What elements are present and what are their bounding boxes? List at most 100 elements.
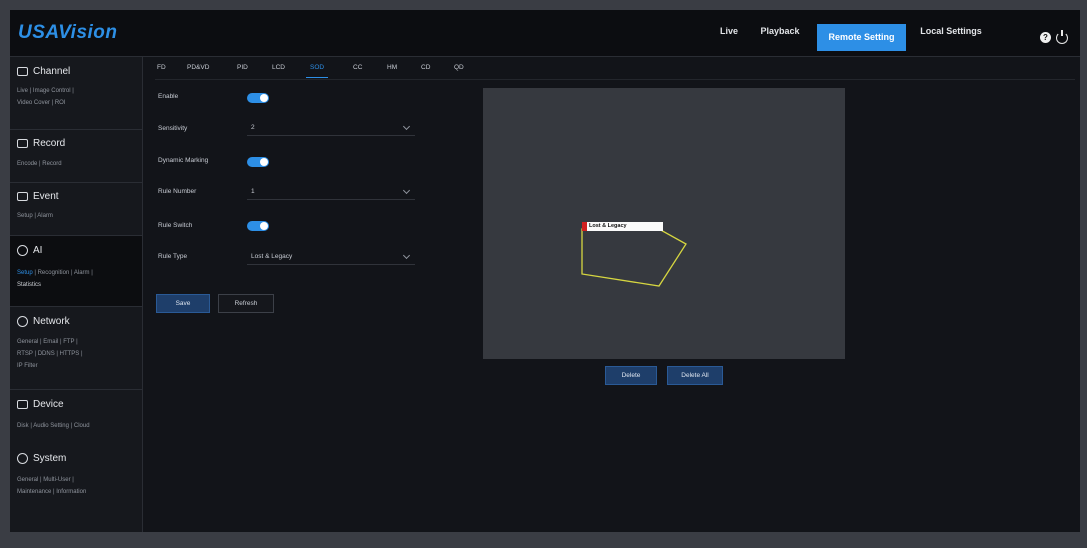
tab-pid[interactable]: PID <box>237 64 248 71</box>
brand-logo: USAVision <box>18 22 118 43</box>
rule-switch-toggle[interactable] <box>247 221 269 231</box>
sidebar-link-setup[interactable]: Setup <box>17 213 33 219</box>
sidebar-link-cloud[interactable]: Cloud <box>74 423 90 429</box>
rule-number-select[interactable]: 1 <box>247 185 415 200</box>
sidebar-link-https[interactable]: HTTPS <box>60 351 80 357</box>
sidebar-link-multi-user[interactable]: Multi-User <box>43 477 70 483</box>
sidebar-link-system-general[interactable]: General <box>17 477 38 483</box>
sidebar-heading-device[interactable]: Device <box>17 399 64 410</box>
tab-fd[interactable]: FD <box>157 64 166 71</box>
event-icon <box>17 192 28 201</box>
roi-marker[interactable] <box>582 222 587 231</box>
nav-remote-setting[interactable]: Remote Setting <box>817 24 906 51</box>
sidebar-link-disk[interactable]: Disk <box>17 423 29 429</box>
delete-all-button[interactable]: Delete All <box>667 366 723 385</box>
enable-toggle[interactable] <box>247 93 269 103</box>
nav-icons: ? <box>1040 29 1068 47</box>
sidebar-links-device: Disk | Audio Setting | Cloud <box>17 423 90 429</box>
sidebar-link-video-cover[interactable]: Video Cover <box>17 100 50 106</box>
dynamic-marking-label: Dynamic Marking <box>158 157 209 164</box>
sidebar-link-ip-filter[interactable]: IP Filter <box>17 363 38 369</box>
camera-icon <box>17 67 28 76</box>
sidebar-link-statistics[interactable]: Statistics <box>17 282 41 288</box>
roi-label: Lost & Legacy <box>582 222 663 231</box>
sidebar-heading-event[interactable]: Event <box>17 191 59 202</box>
sidebar-link-roi[interactable]: ROI <box>55 100 66 106</box>
refresh-button[interactable]: Refresh <box>218 294 274 313</box>
sidebar-heading-record[interactable]: Record <box>17 138 65 149</box>
sidebar-link-rtsp[interactable]: RTSP <box>17 351 33 357</box>
sidebar-section-channel: Channel Live | Image Control | Video Cov… <box>10 57 142 129</box>
enable-label: Enable <box>158 93 179 100</box>
app-window: USAVision Live Playback Remote Setting L… <box>10 10 1080 532</box>
network-icon <box>17 316 28 327</box>
tab-cd[interactable]: CD <box>421 64 430 71</box>
sidebar-section-network: Network General | Email | FTP | RTSP | D… <box>10 307 142 389</box>
sidebar-link-image-control[interactable]: Image Control <box>33 88 71 94</box>
sidebar-link-live[interactable]: Live <box>17 88 28 94</box>
tab-lcd[interactable]: LCD <box>272 64 285 71</box>
nav-playback[interactable]: Playback <box>756 26 804 36</box>
rule-type-select[interactable]: Lost & Legacy <box>247 250 415 265</box>
sensitivity-select[interactable]: 2 <box>247 121 415 136</box>
power-icon[interactable] <box>1056 29 1068 44</box>
video-preview[interactable]: Lost & Legacy <box>483 88 845 359</box>
tab-cc[interactable]: CC <box>353 64 362 71</box>
nav-live[interactable]: Live <box>714 26 744 36</box>
tab-pd-vd[interactable]: PD&VD <box>187 64 209 71</box>
sidebar-links-record: Encode | Record <box>17 161 62 167</box>
sidebar-link-maintenance[interactable]: Maintenance <box>17 489 51 495</box>
help-icon[interactable]: ? <box>1040 32 1051 44</box>
sidebar-heading-network[interactable]: Network <box>17 316 70 327</box>
ai-icon <box>17 245 28 256</box>
sidebar-heading-ai[interactable]: AI <box>17 245 42 256</box>
sidebar-link-information[interactable]: Information <box>56 489 86 495</box>
delete-button[interactable]: Delete <box>605 366 657 385</box>
sidebar-links-channel: Live | Image Control | Video Cover | ROI <box>17 88 74 106</box>
tab-sod[interactable]: SOD <box>310 64 324 71</box>
sidebar: Channel Live | Image Control | Video Cov… <box>10 57 143 532</box>
sensitivity-value: 2 <box>251 124 255 131</box>
sidebar-link-audio-setting[interactable]: Audio Setting <box>33 423 69 429</box>
sidebar-links-system: General | Multi-User | Maintenance | Inf… <box>17 477 87 495</box>
sidebar-link-ai-setup[interactable]: Setup <box>17 270 33 276</box>
chevron-down-icon <box>402 122 411 131</box>
rule-number-label: Rule Number <box>158 188 197 195</box>
sidebar-section-device: Device Disk | Audio Setting | Cloud <box>10 390 142 442</box>
record-icon <box>17 139 28 148</box>
system-icon <box>17 453 28 464</box>
sidebar-section-system: System General | Multi-User | Maintenanc… <box>10 445 142 515</box>
sidebar-heading-channel[interactable]: Channel <box>17 66 70 77</box>
sidebar-link-email[interactable]: Email <box>43 339 58 345</box>
sidebar-link-recognition[interactable]: Recognition <box>38 270 70 276</box>
sidebar-section-record: Record Encode | Record <box>10 130 142 182</box>
chevron-down-icon <box>402 251 411 260</box>
sidebar-section-ai: AI Setup | Recognition | Alarm | Statist… <box>10 236 142 306</box>
sidebar-link-ddns[interactable]: DDNS <box>38 351 55 357</box>
device-icon <box>17 400 28 409</box>
sidebar-links-network: General | Email | FTP | RTSP | DDNS | HT… <box>17 339 83 369</box>
sidebar-link-encode[interactable]: Encode <box>17 161 37 167</box>
sidebar-link-record[interactable]: Record <box>42 161 61 167</box>
active-tab-indicator <box>306 77 328 78</box>
save-button[interactable]: Save <box>156 294 210 313</box>
sidebar-section-event: Event Setup | Alarm <box>10 183 142 235</box>
sidebar-link-ai-alarm[interactable]: Alarm <box>74 270 90 276</box>
sidebar-link-ftp[interactable]: FTP <box>63 339 74 345</box>
tab-qd[interactable]: QD <box>454 64 464 71</box>
sidebar-links-event: Setup | Alarm <box>17 213 53 219</box>
sidebar-heading-system[interactable]: System <box>17 453 66 464</box>
rule-type-value: Lost & Legacy <box>251 253 293 260</box>
nav-local-settings[interactable]: Local Settings <box>915 26 987 36</box>
roi-polygon[interactable] <box>581 228 687 287</box>
sidebar-link-alarm[interactable]: Alarm <box>37 213 53 219</box>
chevron-down-icon <box>402 186 411 195</box>
dynamic-marking-toggle[interactable] <box>247 157 269 167</box>
tab-hm[interactable]: HM <box>387 64 397 71</box>
sidebar-link-general[interactable]: General <box>17 339 38 345</box>
sensitivity-label: Sensitivity <box>158 125 188 132</box>
rule-switch-label: Rule Switch <box>158 222 193 229</box>
tabs-divider <box>155 79 1075 80</box>
roi-overlay <box>581 228 687 287</box>
top-navigation-bar: USAVision Live Playback Remote Setting L… <box>10 10 1080 57</box>
